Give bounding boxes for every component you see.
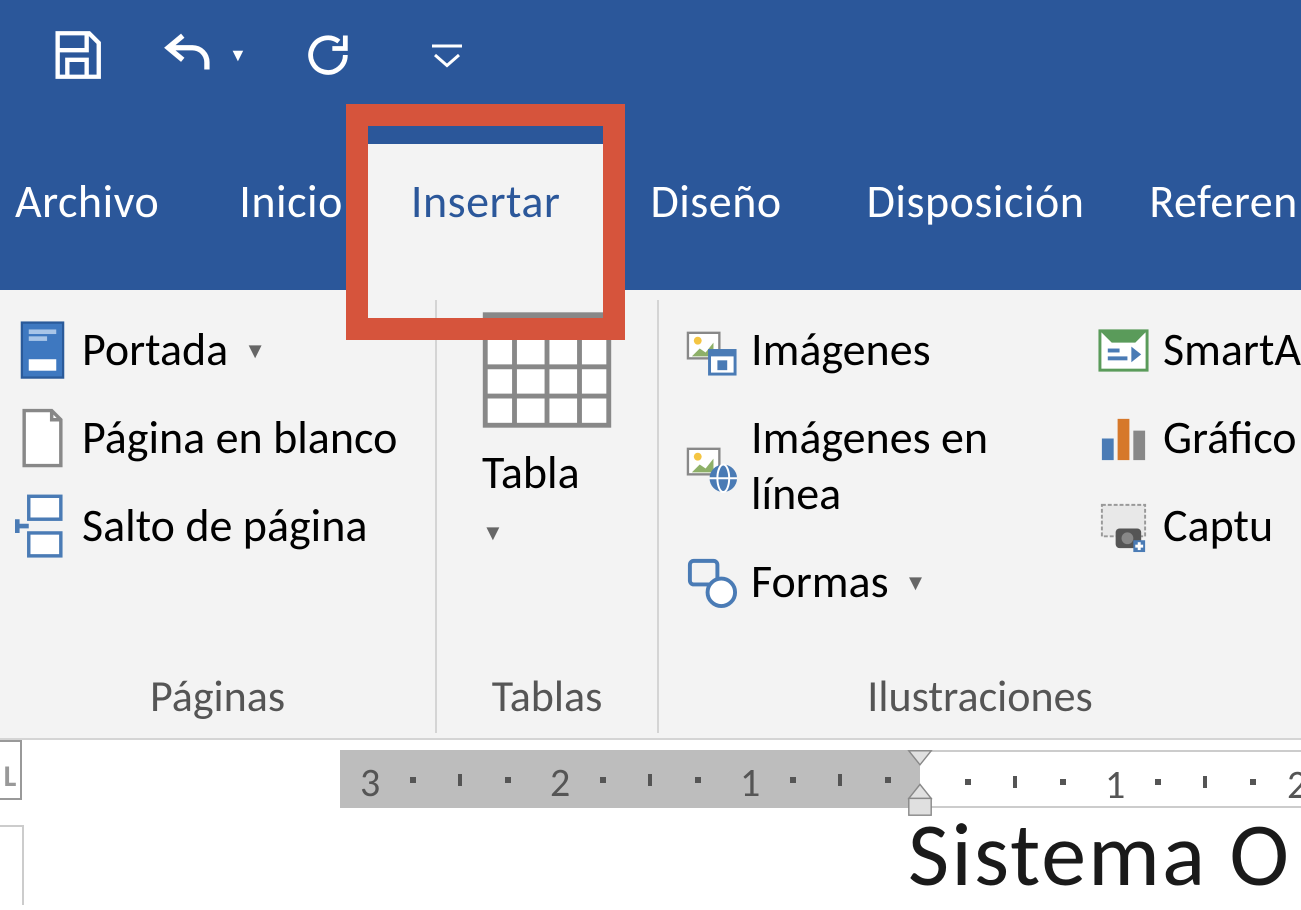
table-label: Tabla bbox=[482, 445, 612, 501]
tab-diseno[interactable]: Diseño bbox=[610, 174, 836, 290]
undo-button[interactable]: ▼ bbox=[161, 26, 247, 84]
undo-dropdown-icon[interactable]: ▼ bbox=[229, 44, 247, 66]
screenshot-icon bbox=[1096, 499, 1151, 554]
table-button[interactable]: Tabla ▼ bbox=[482, 310, 612, 546]
blank-page-icon bbox=[15, 411, 70, 466]
group-ilustraciones: Imágenes Imágenes en línea bbox=[659, 290, 1301, 738]
shapes-button[interactable]: Formas ▼ bbox=[684, 554, 1066, 610]
undo-icon bbox=[161, 26, 219, 84]
smartart-button[interactable]: SmartA bbox=[1096, 322, 1301, 378]
online-images-label: Imágenes en línea bbox=[751, 410, 1066, 522]
cover-page-button[interactable]: Portada ▼ bbox=[15, 322, 435, 378]
tab-inicio[interactable]: Inicio bbox=[209, 174, 361, 290]
tab-selector[interactable]: L bbox=[0, 740, 22, 800]
customize-icon bbox=[429, 41, 465, 69]
group-label-ilustraciones: Ilustraciones bbox=[659, 664, 1301, 738]
save-button[interactable] bbox=[48, 26, 106, 84]
blank-page-label: Página en blanco bbox=[82, 410, 397, 466]
shapes-label: Formas bbox=[751, 554, 889, 610]
online-images-icon bbox=[684, 439, 739, 494]
tab-insertar[interactable]: Insertar bbox=[361, 144, 611, 290]
images-icon bbox=[684, 323, 739, 378]
customize-qat-button[interactable] bbox=[429, 41, 465, 69]
document-text: Sistema O bbox=[908, 800, 1291, 910]
group-label-paginas: Páginas bbox=[0, 664, 435, 738]
tab-referencias[interactable]: Referen bbox=[1149, 174, 1297, 290]
images-button[interactable]: Imágenes bbox=[684, 322, 1066, 378]
cover-page-icon bbox=[15, 323, 70, 378]
ruler-number: 2 bbox=[550, 758, 570, 807]
document-area[interactable]: Sistema O bbox=[0, 825, 1301, 905]
images-label: Imágenes bbox=[751, 322, 931, 378]
vertical-ruler-stub bbox=[0, 825, 24, 905]
ribbon: Portada ▼ Página en blanco bbox=[0, 290, 1301, 740]
page-break-icon bbox=[15, 499, 70, 554]
quick-access-toolbar: ▼ bbox=[0, 0, 1301, 110]
smartart-label: SmartA bbox=[1163, 322, 1301, 378]
ruler-number: 1 bbox=[740, 758, 760, 807]
online-images-button[interactable]: Imágenes en línea bbox=[684, 410, 1066, 522]
save-icon bbox=[48, 26, 106, 84]
chevron-down-icon: ▼ bbox=[244, 337, 266, 364]
cover-page-label: Portada bbox=[82, 322, 228, 378]
page-break-label: Salto de página bbox=[82, 498, 367, 554]
ruler-number: 3 bbox=[360, 758, 380, 807]
group-paginas: Portada ▼ Página en blanco bbox=[0, 290, 435, 738]
table-icon bbox=[482, 310, 612, 435]
shapes-icon bbox=[684, 555, 739, 610]
tab-insertar-wrap: Insertar bbox=[361, 144, 611, 290]
tab-archivo[interactable]: Archivo bbox=[0, 174, 209, 290]
screenshot-button[interactable]: Captu bbox=[1096, 498, 1301, 554]
screenshot-label: Captu bbox=[1163, 498, 1273, 554]
chevron-down-icon: ▼ bbox=[482, 519, 612, 546]
chevron-down-icon: ▼ bbox=[905, 569, 927, 596]
repeat-icon bbox=[302, 29, 354, 81]
chart-icon bbox=[1096, 411, 1151, 466]
chart-label: Gráfico bbox=[1163, 410, 1297, 466]
ribbon-tabs: Archivo Inicio Insertar Diseño Disposici… bbox=[0, 110, 1301, 290]
chart-button[interactable]: Gráfico bbox=[1096, 410, 1301, 466]
tab-disposicion[interactable]: Disposición bbox=[837, 174, 1150, 290]
smartart-icon bbox=[1096, 323, 1151, 378]
group-tablas: Tabla ▼ Tablas bbox=[437, 290, 657, 738]
page-break-button[interactable]: Salto de página bbox=[15, 498, 435, 554]
group-label-tablas: Tablas bbox=[437, 664, 657, 738]
repeat-button[interactable] bbox=[302, 29, 354, 81]
blank-page-button[interactable]: Página en blanco bbox=[15, 410, 435, 466]
